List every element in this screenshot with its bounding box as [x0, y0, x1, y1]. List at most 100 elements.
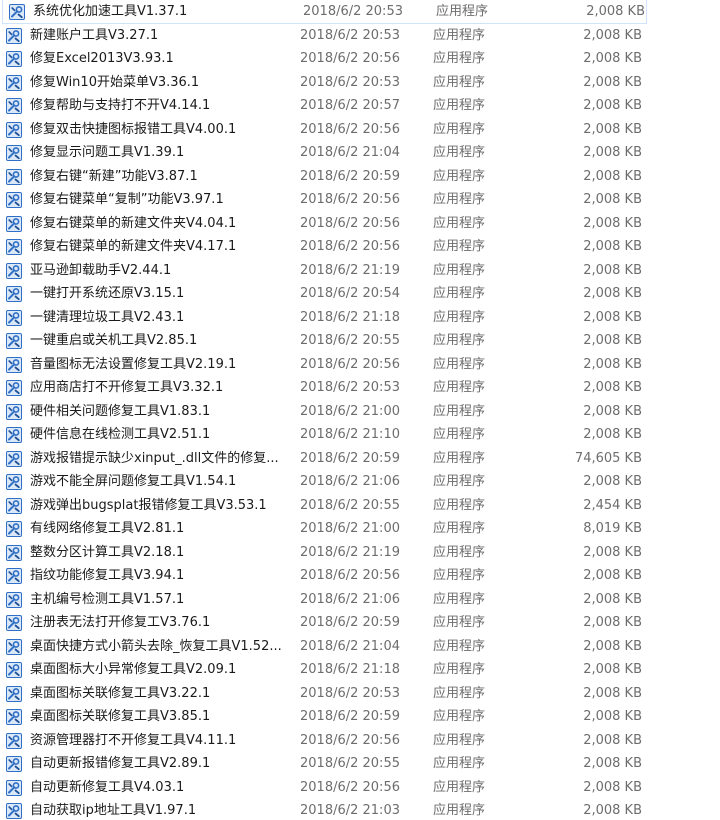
- file-row[interactable]: 修复右键菜单“复制”功能V3.97.1 2018/6/2 20:56 应用程序 …: [0, 188, 720, 212]
- file-row[interactable]: 修复帮助与支持打不开V4.14.1 2018/6/2 20:57 应用程序 2,…: [0, 94, 720, 118]
- file-modified-date: 2018/6/2 21:04: [300, 145, 400, 160]
- app-tools-icon: [6, 121, 22, 138]
- file-row[interactable]: 游戏报错提示缺少xinput_.dll文件的修复... 2018/6/2 20:…: [0, 447, 720, 471]
- file-row[interactable]: 一键清理垃圾工具V2.43.1 2018/6/2 21:18 应用程序 2,00…: [0, 306, 720, 330]
- file-size: 2,008 KB: [583, 333, 642, 348]
- file-row[interactable]: 修复右键菜单的新建文件夹V4.04.1 2018/6/2 20:56 应用程序 …: [0, 212, 720, 236]
- file-type: 应用程序: [433, 262, 486, 278]
- file-modified-date: 2018/6/2 20:53: [300, 685, 400, 701]
- app-tools-icon: [6, 732, 22, 749]
- file-row[interactable]: 指纹功能修复工具V3.94.1 2018/6/2 20:56 应用程序 2,00…: [0, 564, 720, 588]
- file-name: 有线网络修复工具V2.81.1: [30, 521, 185, 536]
- app-tools-icon: [6, 168, 22, 185]
- file-type: 应用程序: [433, 51, 486, 66]
- app-tools-icon: [9, 4, 25, 20]
- file-name: 修复Win10开始菜单V3.36.1: [30, 74, 200, 90]
- file-type: 应用程序: [433, 591, 486, 607]
- file-type: 应用程序: [433, 803, 486, 818]
- file-name: 修复Excel2013V3.93.1: [30, 51, 174, 66]
- app-tools-icon: [6, 192, 22, 208]
- file-row[interactable]: 修复Win10开始菜单V3.36.1 2018/6/2 20:53 应用程序 2…: [0, 71, 720, 95]
- file-row[interactable]: 桌面图标大小异常修复工具V2.09.1 2018/6/2 21:18 应用程序 …: [0, 658, 720, 682]
- file-modified-date: 2018/6/2 20:56: [300, 779, 400, 795]
- app-tools-icon: [6, 474, 22, 490]
- file-type: 应用程序: [433, 27, 486, 43]
- file-size: 8,019 KB: [583, 521, 642, 536]
- file-row[interactable]: 修复右键“新建”功能V3.87.1 2018/6/2 20:59 应用程序 2,…: [0, 165, 720, 189]
- file-type: 应用程序: [433, 615, 486, 630]
- file-size: 2,454 KB: [583, 497, 642, 513]
- file-row[interactable]: 桌面图标关联修复工具V3.22.1 2018/6/2 20:53 应用程序 2,…: [0, 682, 720, 706]
- file-row[interactable]: 桌面快捷方式小箭头去除_恢复工具V1.52... 2018/6/2 21:04 …: [0, 635, 720, 659]
- file-name: 一键重启或关机工具V2.85.1: [30, 333, 198, 348]
- file-modified-date: 2018/6/2 20:55: [300, 497, 400, 513]
- file-modified-date: 2018/6/2 21:03: [300, 803, 400, 818]
- file-name: 主机编号检测工具V1.57.1: [30, 591, 185, 607]
- file-modified-date: 2018/6/2 21:18: [300, 662, 400, 677]
- file-row[interactable]: 修复Excel2013V3.93.1 2018/6/2 20:56 应用程序 2…: [0, 47, 720, 71]
- file-type: 应用程序: [433, 662, 486, 677]
- file-row[interactable]: 硬件相关问题修复工具V1.83.1 2018/6/2 21:00 应用程序 2,…: [0, 400, 720, 424]
- file-modified-date: 2018/6/2 20:56: [300, 215, 400, 231]
- file-name: 修复右键菜单“复制”功能V3.97.1: [30, 192, 224, 207]
- file-modified-date: 2018/6/2 21:00: [300, 403, 400, 419]
- file-row[interactable]: 资源管理器打不开修复工具V4.11.1 2018/6/2 20:56 应用程序 …: [0, 729, 720, 753]
- app-tools-icon: [6, 450, 22, 467]
- file-row[interactable]: 应用商店打不开修复工具V3.32.1 2018/6/2 20:53 应用程序 2…: [0, 376, 720, 400]
- file-row[interactable]: 主机编号检测工具V1.57.1 2018/6/2 21:06 应用程序 2,00…: [0, 588, 720, 612]
- file-name: 注册表无法打开修复工V3.76.1: [30, 615, 211, 630]
- file-row[interactable]: 自动更新修复工具V4.03.1 2018/6/2 20:56 应用程序 2,00…: [0, 776, 720, 800]
- file-size: 2,008 KB: [583, 474, 642, 489]
- file-size: 2,008 KB: [583, 51, 642, 66]
- file-size: 2,008 KB: [583, 215, 642, 231]
- file-type: 应用程序: [433, 74, 486, 90]
- app-tools-icon: [6, 638, 22, 655]
- file-row[interactable]: 游戏不能全屏问题修复工具V1.54.1 2018/6/2 21:06 应用程序 …: [0, 470, 720, 494]
- file-row[interactable]: 修复双击快捷图标报错工具V4.00.1 2018/6/2 20:56 应用程序 …: [0, 118, 720, 142]
- file-type: 应用程序: [433, 521, 486, 536]
- file-row[interactable]: 音量图标无法设置修复工具V2.19.1 2018/6/2 20:56 应用程序 …: [0, 353, 720, 377]
- file-size: 2,008 KB: [583, 380, 642, 395]
- file-modified-date: 2018/6/2 20:55: [300, 333, 400, 348]
- file-name: 自动获取ip地址工具V1.97.1: [30, 803, 197, 818]
- file-name: 桌面快捷方式小箭头去除_恢复工具V1.52...: [30, 638, 282, 654]
- file-size: 2,008 KB: [583, 403, 642, 419]
- file-name: 修复右键“新建”功能V3.87.1: [30, 168, 198, 184]
- file-row[interactable]: 自动更新报错修复工具V2.89.1 2018/6/2 20:55 应用程序 2,…: [0, 752, 720, 776]
- app-tools-icon: [6, 497, 22, 514]
- file-modified-date: 2018/6/2 20:56: [300, 568, 400, 583]
- file-row[interactable]: 自动获取ip地址工具V1.97.1 2018/6/2 21:03 应用程序 2,…: [0, 799, 720, 820]
- file-row[interactable]: 注册表无法打开修复工V3.76.1 2018/6/2 20:59 应用程序 2,…: [0, 611, 720, 635]
- file-row[interactable]: 系统优化加速工具V1.37.1 2018/6/2 20:53 应用程序 2,00…: [2, 0, 647, 24]
- file-name: 硬件相关问题修复工具V1.83.1: [30, 403, 211, 419]
- file-row[interactable]: 新建账户工具V3.27.1 2018/6/2 20:53 应用程序 2,008 …: [0, 24, 720, 48]
- file-modified-date: 2018/6/2 21:04: [300, 638, 400, 654]
- app-tools-icon: [6, 803, 22, 819]
- file-row[interactable]: 亚马逊卸载助手V2.44.1 2018/6/2 21:19 应用程序 2,008…: [0, 259, 720, 283]
- file-name: 应用商店打不开修复工具V3.32.1: [30, 380, 224, 395]
- file-type: 应用程序: [433, 168, 486, 184]
- file-row[interactable]: 修复显示问题工具V1.39.1 2018/6/2 21:04 应用程序 2,00…: [0, 141, 720, 165]
- file-row[interactable]: 一键打开系统还原V3.15.1 2018/6/2 20:54 应用程序 2,00…: [0, 282, 720, 306]
- file-name: 桌面图标关联修复工具V3.22.1: [30, 685, 211, 701]
- file-row[interactable]: 桌面图标关联修复工具V3.85.1 2018/6/2 20:59 应用程序 2,…: [0, 705, 720, 729]
- file-row[interactable]: 一键重启或关机工具V2.85.1 2018/6/2 20:55 应用程序 2,0…: [0, 329, 720, 353]
- file-modified-date: 2018/6/2 20:56: [300, 356, 400, 372]
- file-modified-date: 2018/6/2 20:53: [300, 74, 400, 90]
- file-name: 修复显示问题工具V1.39.1: [30, 145, 185, 160]
- file-name: 系统优化加速工具V1.37.1: [33, 4, 188, 19]
- file-row[interactable]: 硬件信息在线检测工具V2.51.1 2018/6/2 21:10 应用程序 2,…: [0, 423, 720, 447]
- file-size: 2,008 KB: [583, 27, 642, 43]
- file-row[interactable]: 整数分区计算工具V2.18.1 2018/6/2 21:19 应用程序 2,00…: [0, 541, 720, 565]
- file-type: 应用程序: [433, 380, 486, 395]
- file-row[interactable]: 修复右键菜单的新建文件夹V4.17.1 2018/6/2 20:56 应用程序 …: [0, 235, 720, 259]
- app-tools-icon: [6, 215, 22, 232]
- app-tools-icon: [6, 756, 22, 772]
- file-row[interactable]: 游戏弹出bugsplat报错修复工具V3.53.1 2018/6/2 20:55…: [0, 494, 720, 518]
- app-tools-icon: [6, 662, 22, 678]
- file-size: 2,008 KB: [583, 756, 642, 771]
- file-name: 一键打开系统还原V3.15.1: [30, 286, 185, 301]
- app-tools-icon: [6, 98, 22, 114]
- file-type: 应用程序: [433, 568, 486, 583]
- file-row[interactable]: 有线网络修复工具V2.81.1 2018/6/2 21:00 应用程序 8,01…: [0, 517, 720, 541]
